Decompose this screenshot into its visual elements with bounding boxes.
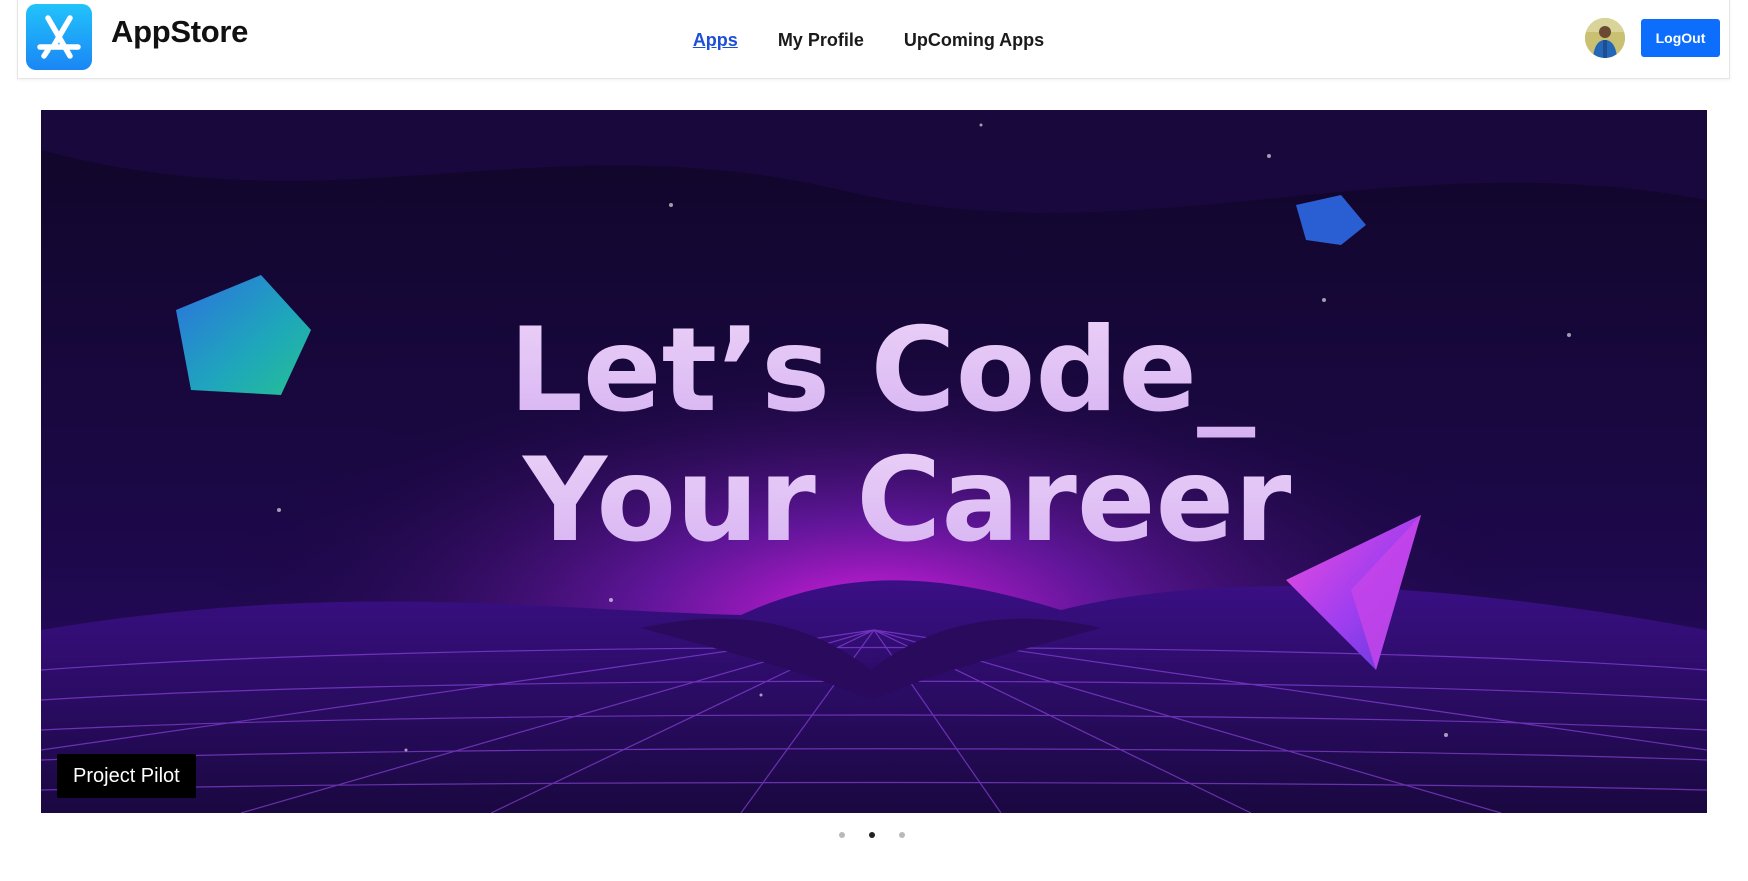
slide-image: Let’s Code_ Your Career [41,110,1707,813]
carousel-dot-2[interactable] [869,832,875,838]
top-navbar: AppStore Apps My Profile UpComing Apps L… [17,0,1730,79]
nav-link-upcoming-apps[interactable]: UpComing Apps [904,30,1044,50]
main-nav: Apps My Profile UpComing Apps [18,0,1729,79]
nav-link-my-profile[interactable]: My Profile [778,30,864,50]
slide-caption: Project Pilot [57,754,196,798]
user-avatar[interactable] [1585,18,1625,58]
carousel-indicators [0,829,1748,841]
hero-carousel[interactable]: Let’s Code_ Your Career Project Pilot [41,110,1707,813]
logout-button[interactable]: LogOut [1641,19,1720,57]
carousel-dot-1[interactable] [839,832,845,838]
slide-headline-line1: Let’s Code_ [509,303,1255,438]
nav-link-apps[interactable]: Apps [693,30,738,50]
brand-title[interactable]: AppStore [111,14,248,50]
slide-headline-line2: Your Career [521,433,1291,568]
app-store-logo-icon[interactable] [26,4,92,70]
carousel-dot-3[interactable] [899,832,905,838]
